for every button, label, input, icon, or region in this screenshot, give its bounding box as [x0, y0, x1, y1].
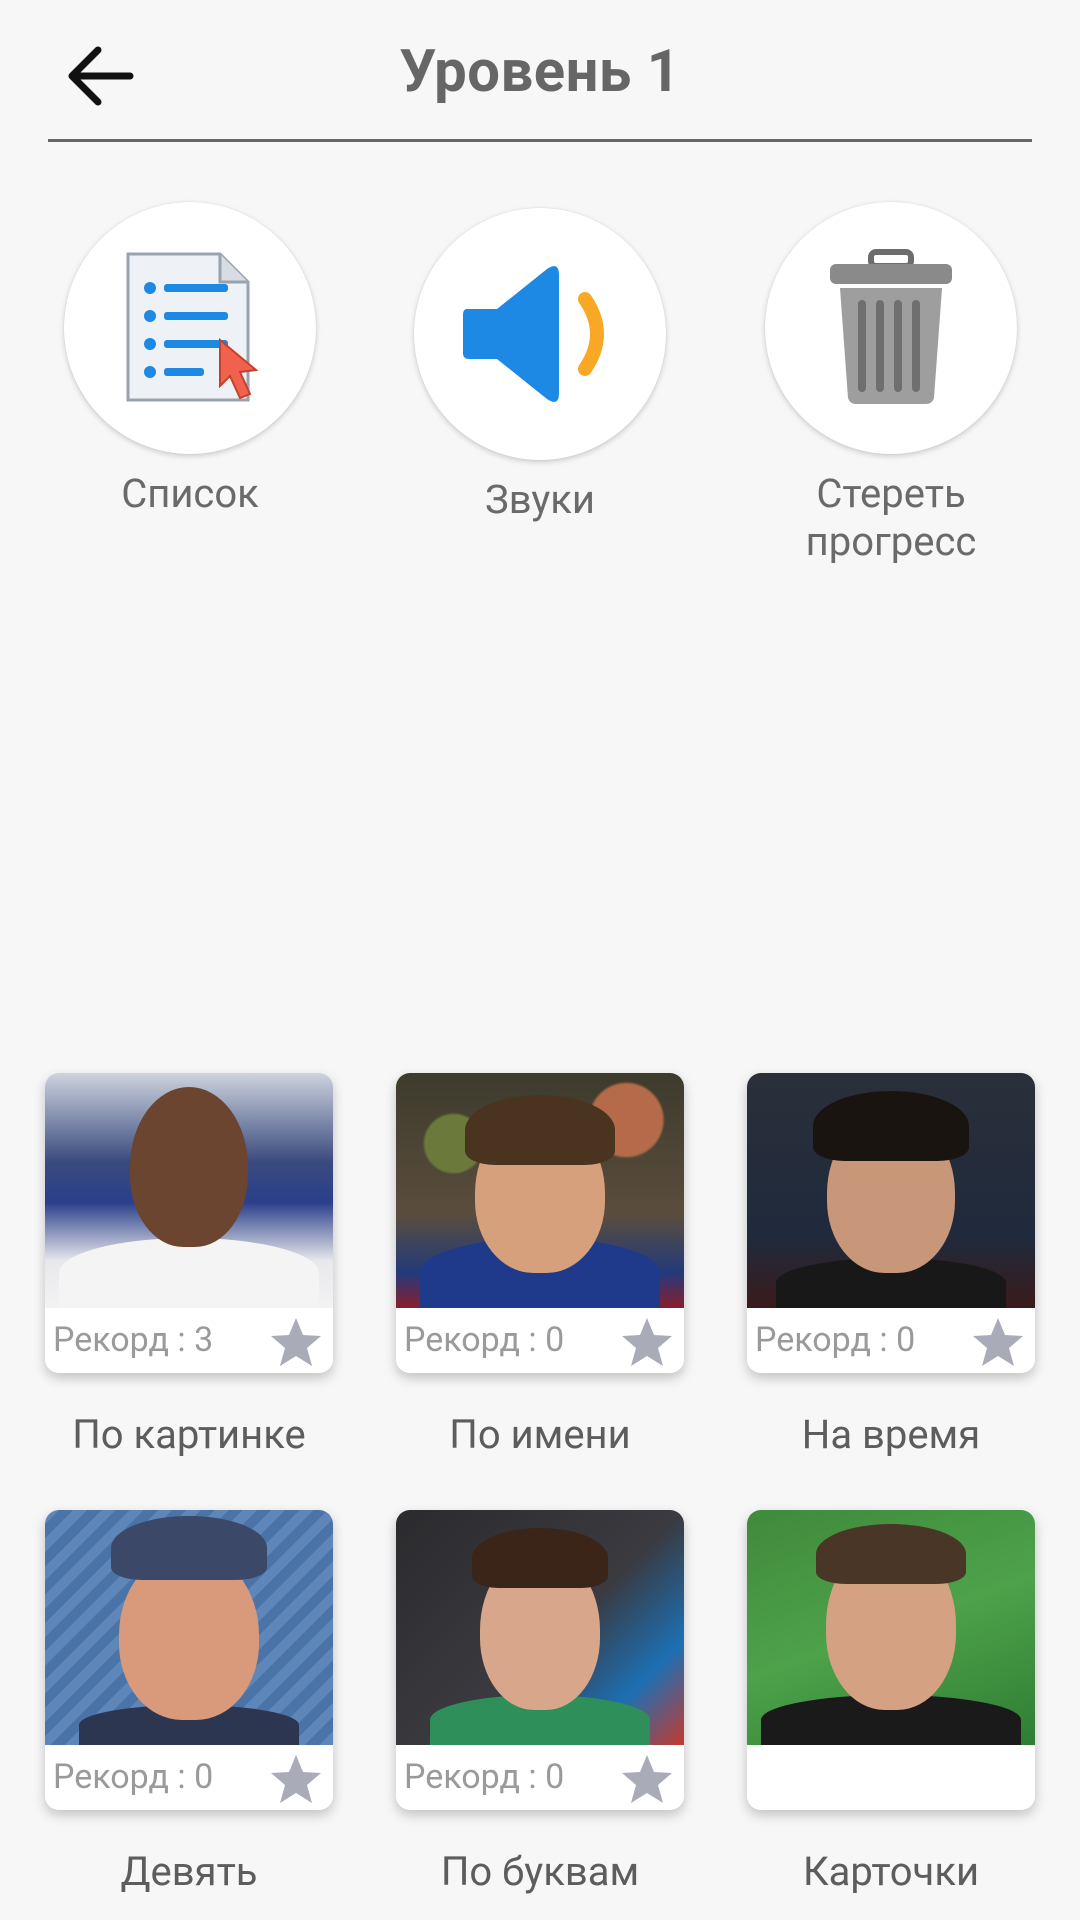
page-title: Уровень 1 [399, 38, 681, 106]
mode-label: Девять [120, 1848, 258, 1895]
mode-by-letters[interactable]: Рекорд : 0 По буквам [396, 1510, 686, 1895]
speaker-icon [463, 266, 604, 402]
record-text: Рекорд : 0 [53, 1757, 214, 1797]
star-icon [271, 1755, 321, 1803]
star-icon [271, 1318, 321, 1366]
record-text: Рекорд : 0 [755, 1320, 916, 1360]
player-photo [45, 1073, 333, 1308]
mode-card[interactable]: Рекорд : 0 [396, 1510, 684, 1810]
sounds-button-circle[interactable] [414, 208, 666, 460]
mode-label: Карточки [802, 1848, 980, 1895]
record-text: Рекорд : 3 [53, 1320, 214, 1360]
mode-nine[interactable]: Рекорд : 0 Девять [45, 1510, 335, 1895]
record-text: Рекорд : 0 [404, 1320, 565, 1360]
sounds-button[interactable]: Звуки [390, 208, 690, 524]
mode-card[interactable]: Рекорд : 0 [45, 1510, 333, 1810]
mode-card[interactable]: Рекорд : 0 [396, 1073, 684, 1373]
mode-card[interactable] [747, 1510, 1035, 1810]
star-icon [622, 1755, 672, 1803]
player-photo [45, 1510, 333, 1745]
mode-card[interactable]: Рекорд : 0 [747, 1073, 1035, 1373]
trash-can-icon [830, 249, 952, 404]
top-bar: Уровень 1 [0, 0, 1080, 145]
list-label: Список [121, 470, 259, 517]
mode-by-name[interactable]: Рекорд : 0 По имени [396, 1073, 686, 1458]
mode-label: По картинке [72, 1411, 306, 1458]
mode-timed[interactable]: Рекорд : 0 На время [747, 1073, 1037, 1458]
list-document-icon [126, 252, 259, 402]
reset-progress-circle[interactable] [765, 202, 1017, 454]
mode-label: На время [801, 1411, 981, 1458]
reset-progress-label-line2: прогресс [805, 518, 977, 565]
player-photo [396, 1073, 684, 1308]
mode-label: По буквам [440, 1848, 640, 1895]
list-button[interactable]: Список [40, 202, 340, 518]
mode-cards[interactable]: Карточки [747, 1510, 1037, 1895]
player-photo [396, 1510, 684, 1745]
sounds-label: Звуки [484, 476, 596, 523]
player-photo [747, 1510, 1035, 1745]
reset-progress-label-line1: Стереть [816, 470, 966, 517]
reset-progress-label: Стереть прогресс [741, 470, 1041, 566]
mode-label: По имени [449, 1411, 631, 1458]
mode-card[interactable]: Рекорд : 3 [45, 1073, 333, 1373]
record-text: Рекорд : 0 [404, 1757, 565, 1797]
header-divider [48, 139, 1032, 142]
list-button-circle[interactable] [64, 202, 316, 454]
star-icon [622, 1318, 672, 1366]
star-icon [973, 1318, 1023, 1366]
mode-by-picture[interactable]: Рекорд : 3 По картинке [45, 1073, 335, 1458]
player-photo [747, 1073, 1035, 1308]
reset-progress-button[interactable]: Стереть прогресс [741, 202, 1041, 566]
